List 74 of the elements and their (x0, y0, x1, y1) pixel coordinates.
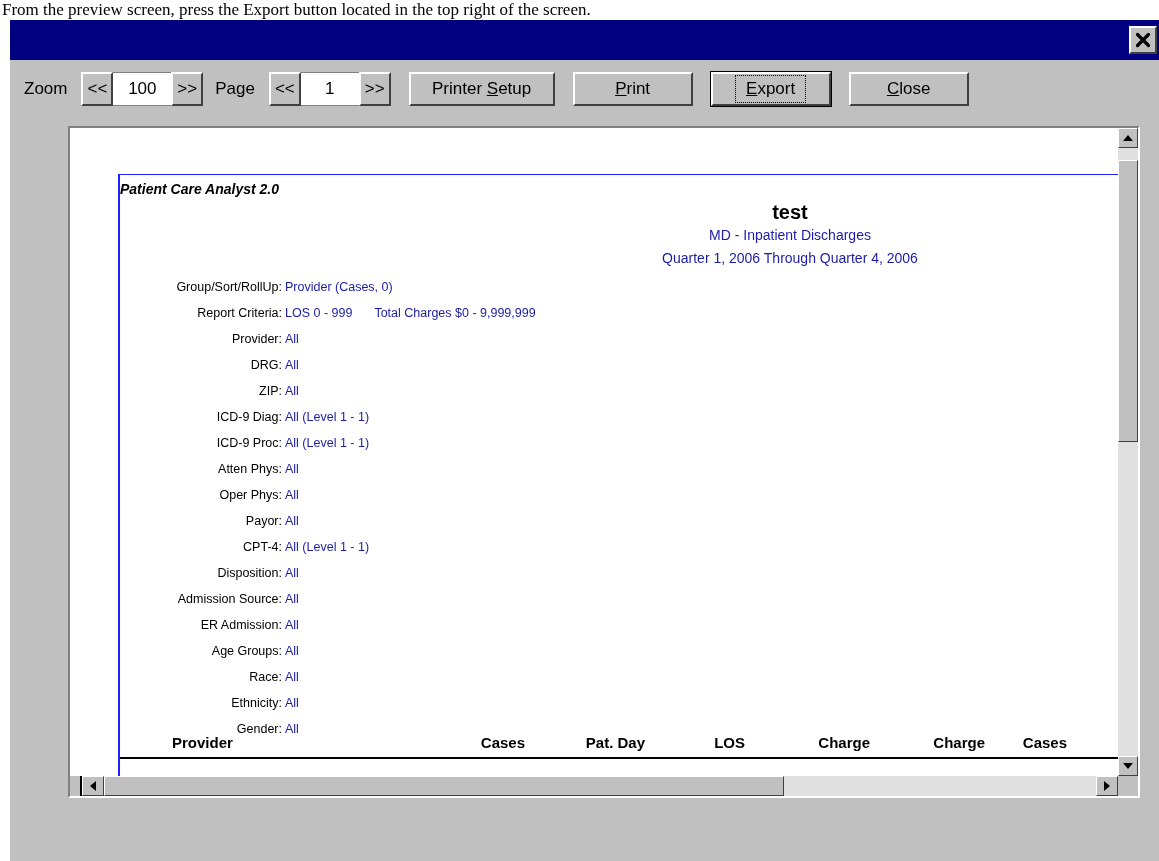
criteria-label: DRG: (249, 356, 283, 374)
criteria-value: LOS 0 - 999 (285, 304, 353, 322)
column-header: Pat. Day (584, 733, 645, 753)
scroll-right-button[interactable] (1096, 776, 1118, 796)
criteria-value: All (285, 642, 299, 660)
number-field[interactable]: 100 (113, 72, 172, 106)
column-header: LOS (713, 733, 745, 753)
app-title: Patient Care Analyst 2.0 (120, 180, 280, 199)
next-button[interactable]: >> (358, 72, 391, 106)
up-arrow-icon (1123, 135, 1133, 141)
criteria-value: All (Level 1 - 1) (285, 538, 370, 556)
toolbar-button[interactable]: Export (710, 72, 831, 106)
criteria-label: Oper Phys: (218, 486, 283, 504)
criteria-value: All (285, 512, 299, 530)
scroll-thumb[interactable] (1118, 160, 1138, 442)
criteria-value: All (285, 460, 299, 478)
criteria-value: All (285, 330, 299, 348)
scroll-up-button[interactable] (1118, 128, 1138, 148)
criteria-label: ZIP: (258, 382, 283, 400)
previous-button[interactable]: << (268, 72, 301, 106)
report-subtitle: MD - Inpatient Discharges (709, 226, 871, 245)
criteria-value: All (285, 616, 299, 634)
toolbar-button[interactable]: Printer Setup (408, 72, 555, 106)
criteria-label: ER Admission: (199, 616, 283, 634)
number-field[interactable]: 1 (300, 72, 359, 106)
criteria-value: All (285, 590, 299, 608)
horizontal-scrollbar[interactable] (80, 776, 1118, 796)
criteria-label: ICD-9 Diag: (215, 408, 283, 426)
report-subtitle: Quarter 1, 2006 Through Quarter 4, 2006 (662, 249, 918, 268)
criteria-label: Gender: (235, 720, 283, 738)
previous-button[interactable]: << (81, 72, 114, 106)
criteria-value: All (Level 1 - 1) (285, 408, 370, 426)
column-header: Cases (479, 733, 525, 753)
criteria-label: Group/Sort/RollUp: (175, 278, 283, 296)
report-title: test (772, 200, 808, 224)
scroll-left-button[interactable] (82, 776, 104, 796)
page-label: Page (215, 78, 255, 101)
column-header: Provider (171, 733, 234, 753)
criteria-value: All (285, 356, 299, 374)
criteria-value: All (285, 720, 299, 738)
right-arrow-icon (1104, 781, 1110, 791)
criteria-label: CPT-4: (242, 538, 283, 556)
criteria-label: Report Criteria: (196, 304, 283, 322)
criteria-value: All (285, 668, 299, 686)
toolbar-button[interactable]: Close (848, 72, 969, 106)
criteria-label: Payor: (244, 512, 283, 530)
left-arrow-icon (90, 781, 96, 791)
column-header: Cases (1021, 733, 1067, 753)
scroll-down-button[interactable] (1118, 756, 1138, 776)
criteria-value: All (285, 382, 299, 400)
toolbar-button[interactable]: Print (572, 72, 693, 106)
criteria-value: Provider (Cases, 0) (285, 278, 393, 296)
vertical-scrollbar[interactable] (1118, 128, 1138, 776)
zoom-label: Zoom (24, 78, 68, 101)
criteria-label: Ethnicity: (230, 694, 283, 712)
criteria-label: Disposition: (216, 564, 283, 582)
criteria-label: Age Groups: (210, 642, 283, 660)
criteria-value: Total Charges $0 - 9,999,999 (374, 304, 536, 322)
column-header: Charge (932, 733, 985, 753)
criteria-value: All (Level 1 - 1) (285, 434, 370, 452)
criteria-label: Race: (248, 668, 283, 686)
scroll-thumb[interactable] (104, 776, 784, 796)
criteria-label: Atten Phys: (217, 460, 283, 478)
next-button[interactable]: >> (171, 72, 204, 106)
criteria-label: Admission Source: (176, 590, 283, 608)
column-header: Charge (817, 733, 870, 753)
close-icon[interactable] (1129, 26, 1157, 54)
caption-text: From the preview screen, press the Export button located in the top right of the screen. (1, 0, 592, 20)
criteria-label: Provider: (230, 330, 283, 348)
criteria-label: ICD-9 Proc: (215, 434, 283, 452)
down-arrow-icon (1123, 763, 1133, 769)
criteria-value: All (285, 564, 299, 582)
criteria-value: All (285, 486, 299, 504)
criteria-value: All (285, 694, 299, 712)
